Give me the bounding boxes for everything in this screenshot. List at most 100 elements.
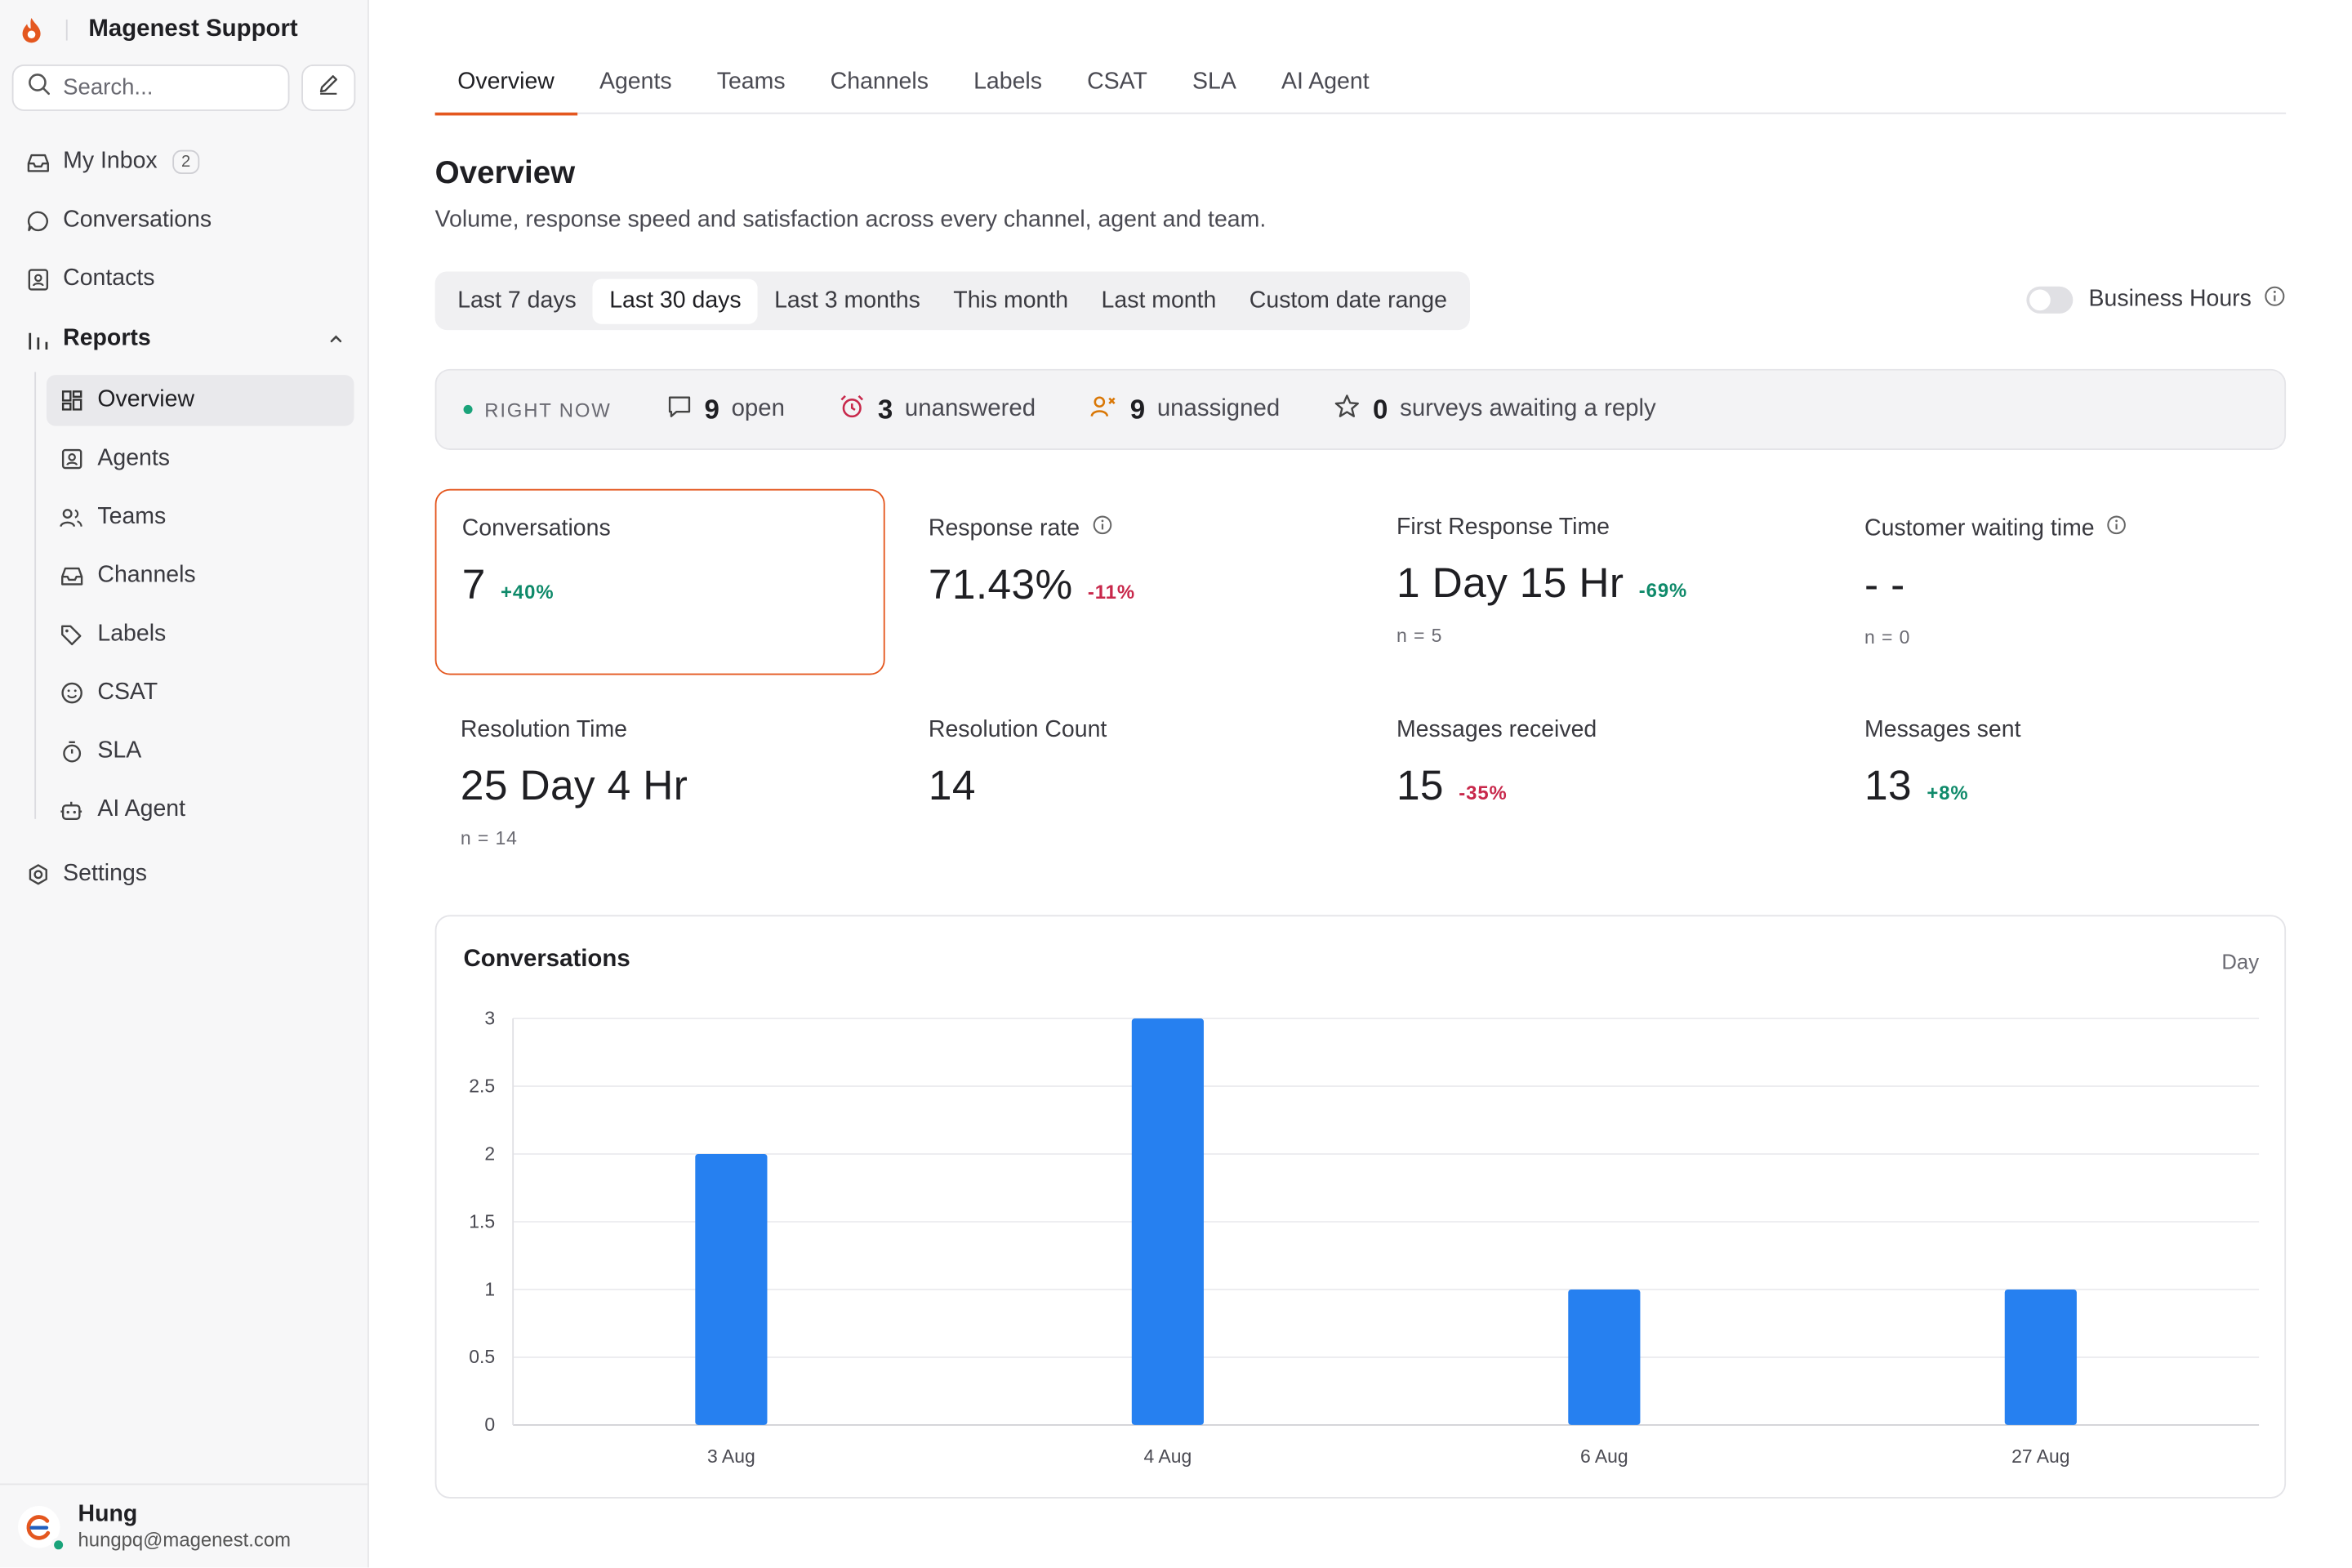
sidebar-item-label: Settings <box>63 861 148 887</box>
business-hours: Business Hours <box>2027 285 2286 315</box>
grid-icon <box>59 388 84 413</box>
sidebar-item-ai-agent[interactable]: AI Agent <box>47 785 354 835</box>
metric-label: Messages received <box>1396 716 1597 743</box>
metric-value: 14 <box>928 762 976 808</box>
range-last-30-days[interactable]: Last 30 days <box>593 278 758 323</box>
metric-label: Response rate <box>928 514 1080 541</box>
live-surveys[interactable]: 0 surveys awaiting a reply <box>1334 392 1656 426</box>
sidebar-item-conversations[interactable]: Conversations <box>12 197 357 245</box>
page-title: Overview <box>434 156 576 191</box>
tag-icon <box>59 621 84 647</box>
live-unanswered[interactable]: 3 unanswered <box>839 392 1036 426</box>
metric-sample-size: n = 5 <box>1396 625 1443 647</box>
metric-customer-waiting-time[interactable]: Customer waiting time - - n = 0 <box>1839 489 2289 675</box>
metric-response-rate[interactable]: Response rate 71.43% -11% <box>903 489 1353 675</box>
y-tick-label: 3 <box>484 1007 495 1028</box>
metric-delta: -69% <box>1638 578 1688 602</box>
info-icon[interactable] <box>2264 285 2287 315</box>
sidebar-item-labels[interactable]: Labels <box>47 609 354 660</box>
sidebar-item-label: Contacts <box>63 265 155 292</box>
search-box[interactable] <box>11 64 290 111</box>
metric-label: Customer waiting time <box>1864 514 2095 541</box>
sidebar-item-overview[interactable]: Overview <box>46 375 354 426</box>
reports-tree-line <box>34 372 37 819</box>
range-last-7-days[interactable]: Last 7 days <box>441 278 593 323</box>
sidebar-item-contacts[interactable]: Contacts <box>12 255 357 303</box>
sidebar-item-agents[interactable]: Agents <box>47 434 354 484</box>
sidebar-item-label: Labels <box>97 621 167 647</box>
chevron-up-icon[interactable] <box>327 328 345 355</box>
tab-csat[interactable]: CSAT <box>1065 54 1170 114</box>
right-now-label: RIGHT NOW <box>484 398 612 421</box>
metric-first-response-time[interactable]: First Response Time 1 Day 15 Hr -69% n =… <box>1371 489 1821 675</box>
metric-delta: +40% <box>501 580 555 604</box>
tab-labels[interactable]: Labels <box>951 54 1065 114</box>
sidebar-item-channels[interactable]: Channels <box>47 550 354 601</box>
tab-overview[interactable]: Overview <box>434 54 577 116</box>
live-unassigned[interactable]: 9 unassigned <box>1089 392 1280 426</box>
metric-label: Resolution Time <box>460 716 627 743</box>
tab-sla[interactable]: SLA <box>1169 54 1258 114</box>
sidebar-item-csat[interactable]: CSAT <box>47 667 354 718</box>
metric-value: 25 Day 4 Hr <box>460 762 688 808</box>
bot-icon <box>59 797 84 822</box>
tab-teams[interactable]: Teams <box>694 54 808 114</box>
range-custom[interactable]: Custom date range <box>1233 278 1464 323</box>
sidebar-item-label: Channels <box>97 562 196 588</box>
sidebar-item-label: SLA <box>97 737 142 764</box>
metric-value: 13 <box>1864 762 1912 808</box>
open-label: open <box>731 395 785 422</box>
metric-resolution-count[interactable]: Resolution Count 14 <box>903 692 1353 878</box>
metric-delta: -35% <box>1459 781 1508 804</box>
tab-ai-agent[interactable]: AI Agent <box>1258 54 1392 114</box>
conversations-chart-card: Conversations Day 0 0.5 1 1.5 2 2.5 3 3 Aug 4 Au… <box>434 915 2287 1499</box>
sidebar-item-label: Teams <box>97 504 167 530</box>
sidebar-item-sla[interactable]: SLA <box>47 726 354 777</box>
metric-resolution-time[interactable]: Resolution Time 25 Day 4 Hr n = 14 <box>435 692 885 878</box>
search-input[interactable] <box>63 74 274 101</box>
range-last-3-months[interactable]: Last 3 months <box>758 278 937 323</box>
search-icon <box>27 72 51 104</box>
metric-value: - - <box>1864 560 1905 608</box>
live-open[interactable]: 9 open <box>666 392 785 426</box>
unanswered-label: unanswered <box>904 395 1036 422</box>
stopwatch-icon <box>59 739 84 764</box>
metric-delta: +8% <box>1927 781 1969 804</box>
metric-label: Messages sent <box>1864 716 2021 743</box>
y-tick-label: 2.5 <box>469 1075 495 1096</box>
inbox-icon <box>59 564 84 589</box>
sidebar-item-reports[interactable]: Reports <box>12 315 357 363</box>
range-last-month[interactable]: Last month <box>1085 278 1232 323</box>
metric-label-row: Response rate <box>929 514 1328 543</box>
sidebar-item-teams[interactable]: Teams <box>47 492 354 542</box>
avatar[interactable] <box>18 1505 66 1552</box>
x-tick-label: 6 Aug <box>1580 1446 1628 1467</box>
date-range-selector: Last 7 days Last 30 days Last 3 months T… <box>434 271 1470 331</box>
tab-channels[interactable]: Channels <box>808 54 951 114</box>
range-this-month[interactable]: This month <box>937 278 1085 323</box>
info-icon[interactable] <box>2106 514 2127 543</box>
y-tick-label: 2 <box>484 1143 495 1164</box>
tab-agents[interactable]: Agents <box>577 54 694 114</box>
team-icon <box>59 505 84 530</box>
sidebar-item-settings[interactable]: Settings <box>12 850 357 898</box>
metric-conversations[interactable]: Conversations 7 +40% <box>434 488 885 675</box>
business-hours-toggle[interactable] <box>2027 286 2074 314</box>
sidebar-item-my-inbox[interactable]: My Inbox 2 <box>12 138 357 186</box>
workspace-name[interactable]: Magenest Support <box>88 16 297 43</box>
metric-value: 7 <box>461 560 486 608</box>
y-tick-label: 0 <box>484 1414 495 1435</box>
sidebar-item-label: Conversations <box>63 207 212 233</box>
app-logo-icon[interactable] <box>21 15 42 45</box>
bar <box>695 1154 768 1425</box>
metric-messages-sent[interactable]: Messages sent 13 +8% <box>1839 692 2289 878</box>
sidebar-item-label: Agents <box>97 445 171 471</box>
unassigned-count: 9 <box>1129 394 1146 424</box>
online-status-dot <box>51 1536 66 1552</box>
compose-button[interactable] <box>301 64 356 111</box>
user-profile[interactable]: Hung hungpq@magenest.com <box>0 1483 369 1567</box>
metric-sample-size: n = 0 <box>1864 626 1911 648</box>
agent-icon <box>59 446 84 471</box>
metric-messages-received[interactable]: Messages received 15 -35% <box>1371 692 1821 878</box>
info-icon[interactable] <box>1092 514 1113 543</box>
